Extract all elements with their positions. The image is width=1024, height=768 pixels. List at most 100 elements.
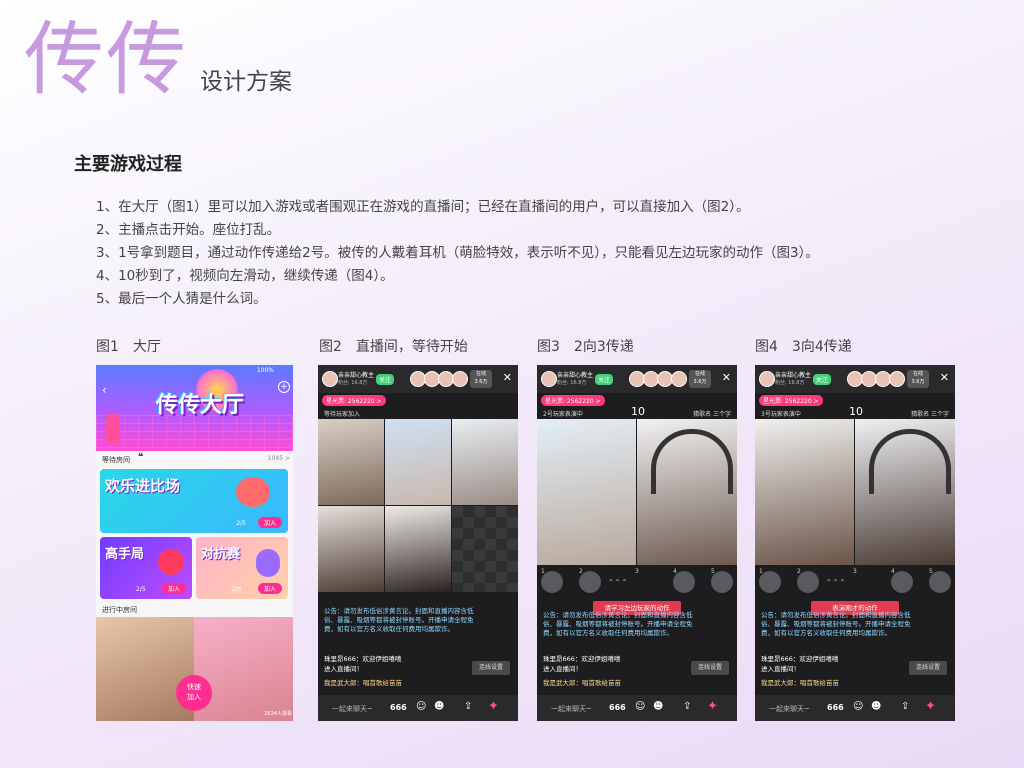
emoji-icon[interactable]: ☻: [434, 701, 444, 712]
gift-666-button[interactable]: 666: [609, 703, 626, 712]
guess-hint: 猜歌名 三个字: [911, 411, 949, 418]
seat-number: 5: [929, 568, 933, 575]
star-ticket-badge[interactable]: 星光票: 2562220 >: [322, 395, 386, 406]
player-3-video: [755, 419, 854, 565]
emoji-icon[interactable]: ☺: [853, 701, 863, 712]
gift-666-button[interactable]: 666: [390, 703, 407, 712]
countdown-timer: 10: [631, 405, 645, 418]
viewer-avatar[interactable]: [671, 371, 687, 387]
figure-3-label: 图3 2向3传递: [537, 339, 634, 355]
host-fans: 粉丝: 16.8万: [338, 380, 368, 386]
lobby-banner: 100% ‹ + 传传大厅: [96, 365, 293, 451]
chat-message: 珠里昂666：欢迎伊姐嘻嘻: [324, 655, 402, 663]
room-topbar: 亲亲甜心教主 粉丝: 16.8万 关注 在线 3.6万 ✕: [755, 365, 955, 393]
octopus-icon: [256, 549, 280, 577]
seat-number: 2: [797, 568, 801, 575]
step-item: 1、在大厅（图1）里可以加入游戏或者围观正在游戏的直播间；已经在直播间的用户，可…: [96, 199, 750, 215]
empty-seat[interactable]: [452, 506, 518, 592]
room-card-expert[interactable]: 高手局 2/5 加入: [100, 537, 192, 599]
star-ticket-badge[interactable]: 星光票: 2562220 >: [541, 395, 605, 406]
chat-message: 进入直播间！: [543, 665, 582, 673]
close-icon[interactable]: ✕: [503, 371, 512, 384]
join-button[interactable]: 加入: [257, 583, 282, 594]
share-icon[interactable]: ⇪: [683, 701, 691, 712]
host-avatar[interactable]: [759, 371, 775, 387]
share-icon[interactable]: ⇪: [464, 701, 472, 712]
battery-status: 100%: [256, 367, 274, 374]
player-video: [385, 419, 451, 505]
player-video: [452, 419, 518, 505]
room-topbar: 亲亲甜心教主 粉丝: 16.8万 关注 在线 3.6万 ✕: [537, 365, 737, 393]
chat-input[interactable]: 一起来聊天~: [332, 704, 373, 714]
figure-3-passing-screenshot: 亲亲甜心教主 粉丝: 16.8万 关注 在线 3.6万 ✕ 星光票: 25622…: [537, 365, 737, 721]
back-icon[interactable]: ‹: [102, 383, 107, 397]
player-count: 2/5: [232, 586, 242, 593]
link-settings-button[interactable]: 连线设置: [691, 661, 729, 675]
chat-input[interactable]: 一起来聊天~: [551, 704, 592, 714]
join-button[interactable]: 加入: [257, 517, 282, 528]
heart-face-icon: [236, 477, 270, 507]
figure-2-waiting-screenshot: 亲亲甜心教主 粉丝: 16.8万 关注 在线 3.6万 ✕ 星光票: 25622…: [318, 365, 518, 721]
seat-number: 2: [579, 568, 583, 575]
online-count: 在线 3.6万: [907, 370, 929, 388]
viewer-avatar[interactable]: [889, 371, 905, 387]
online-count: 在线 3.6万: [470, 370, 492, 388]
figure-1-label: 图1 大厅: [96, 339, 161, 355]
gift-666-button[interactable]: 666: [827, 703, 844, 712]
monster-icon: [158, 549, 184, 575]
viewer-count: 2634人观看: [264, 711, 292, 717]
emoji-icon[interactable]: ☻: [871, 701, 881, 712]
share-icon[interactable]: ⇪: [901, 701, 909, 712]
section-title: 主要游戏过程: [74, 154, 182, 175]
link-settings-button[interactable]: 连线设置: [472, 661, 510, 675]
viewer-avatar[interactable]: [452, 371, 468, 387]
chat-message: 珠里昂666：欢迎伊姐嘻嘻: [761, 655, 839, 663]
seat-number: 3: [853, 568, 857, 575]
gift-icon[interactable]: ✦: [925, 699, 936, 714]
join-button[interactable]: 加入: [161, 583, 186, 594]
fast-join-button[interactable]: 快速 加入: [176, 675, 212, 711]
player-count: 2/5: [136, 586, 146, 593]
close-icon[interactable]: ✕: [722, 371, 731, 384]
follow-button[interactable]: 关注: [376, 374, 395, 385]
chat-input[interactable]: 一起来聊天~: [769, 704, 810, 714]
gift-icon[interactable]: ✦: [488, 699, 499, 714]
chat-message: 进入直播间！: [761, 665, 800, 673]
card-title: 高手局: [105, 547, 145, 562]
live-room-thumbnail[interactable]: [96, 617, 194, 721]
card-title: 对抗赛: [201, 547, 241, 562]
gift-icon[interactable]: ✦: [707, 699, 718, 714]
in-progress-label: 进行中房间: [102, 606, 137, 614]
emoji-icon[interactable]: ☺: [416, 701, 426, 712]
performing-status: 2号玩家表演中: [543, 411, 583, 418]
live-room-thumbnail[interactable]: [194, 617, 293, 721]
step-item: 3、1号拿到题目，通过动作传递给2号。被传的人戴着耳机（萌脸特效，表示听不见），…: [96, 245, 819, 261]
close-icon[interactable]: ✕: [940, 371, 949, 384]
seat-number: 5: [711, 568, 715, 575]
emoji-icon[interactable]: ☻: [653, 701, 663, 712]
mascot-icon: [106, 413, 120, 445]
room-card-happy[interactable]: 欢乐进比场 2/5 加入: [100, 469, 288, 533]
link-settings-button[interactable]: 连线设置: [909, 661, 947, 675]
chat-message: 我是武大郎：唱首歌给苗苗: [543, 679, 621, 687]
headphones-icon: [869, 429, 951, 494]
seat-number: 1: [541, 568, 545, 575]
add-icon[interactable]: +: [278, 381, 290, 393]
follow-button[interactable]: 关注: [595, 374, 614, 385]
star-ticket-badge[interactable]: 星光票: 2562220 >: [759, 395, 823, 406]
bottom-bar: 一起来聊天~ 666 ☺ ☻ ⇪ ✦: [318, 695, 518, 721]
host-fans: 粉丝: 16.8万: [557, 380, 587, 386]
host-avatar[interactable]: [541, 371, 557, 387]
player-2-video: [537, 419, 636, 565]
steps-list: 1、在大厅（图1）里可以加入游戏或者围观正在游戏的直播间；已经在直播间的用户，可…: [96, 196, 819, 311]
bottom-bar: 一起来聊天~ 666 ☺ ☻ ⇪ ✦: [755, 695, 955, 721]
emoji-icon[interactable]: ☺: [635, 701, 645, 712]
host-name: 亲亲甜心教主: [338, 372, 375, 379]
follow-button[interactable]: 关注: [813, 374, 832, 385]
room-card-versus[interactable]: 对抗赛 2/5 加入: [196, 537, 288, 599]
card-title: 欢乐进比场: [105, 477, 181, 495]
waiting-status: 等待玩家加入: [324, 411, 361, 418]
host-avatar[interactable]: [322, 371, 338, 387]
waiting-count[interactable]: 1045 >: [268, 455, 290, 462]
host-name: 亲亲甜心教主: [557, 372, 594, 379]
